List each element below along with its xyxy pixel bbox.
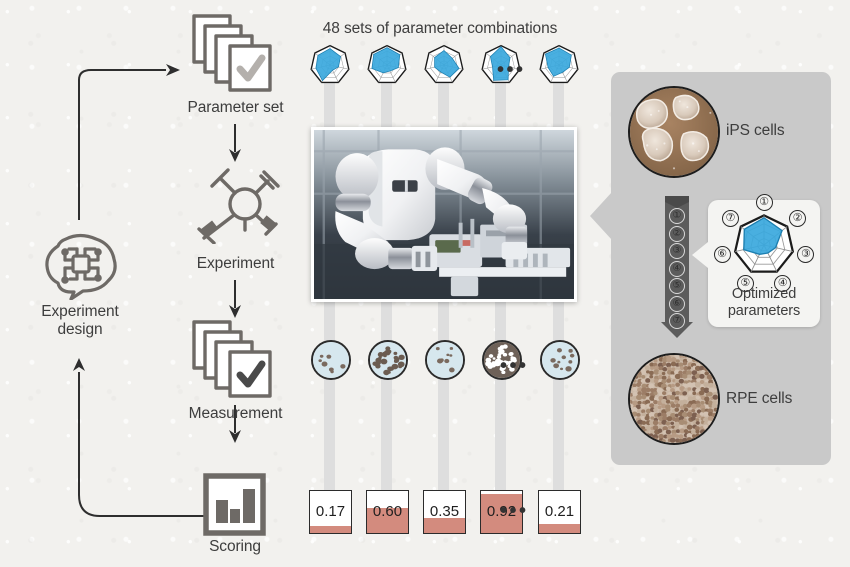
score-fill <box>424 518 465 533</box>
process-step-5: ⑤ <box>669 278 685 294</box>
robot-photo <box>311 127 577 302</box>
figure-canvas: Experiment design Parameter set Experime… <box>0 0 850 567</box>
label-experiment: Experiment <box>196 255 275 272</box>
label-scoring: Scoring <box>209 538 261 555</box>
optimized-callout-tail <box>692 242 708 268</box>
document-stack-check-icon-parameter-set <box>192 14 272 92</box>
score-value: 0.21 <box>544 503 575 521</box>
results-panel-notch <box>590 192 612 240</box>
label-experiment-design: Experiment design <box>41 303 119 338</box>
parameter-radar-3 <box>424 44 464 84</box>
score-box-1: 0.17 <box>309 490 352 534</box>
process-step-6: ⑥ <box>669 295 685 312</box>
process-step-7: ⑦ <box>669 313 685 329</box>
score-ellipsis: ••• <box>500 500 529 522</box>
petri-dish-1 <box>311 340 351 380</box>
score-box-5: 0.21 <box>538 490 581 534</box>
optimized-axis-2: ② <box>789 209 807 227</box>
score-value: 0.35 <box>429 503 460 521</box>
dish-ellipsis: ••• <box>500 355 529 377</box>
label-parameter-set: Parameter set <box>187 99 284 116</box>
document-stack-check-icon-measurement <box>192 320 272 398</box>
score-value: 0.60 <box>372 503 403 521</box>
petri-dish-3 <box>425 340 465 380</box>
label-ips-cells: iPS cells <box>726 122 785 139</box>
petri-dish-2 <box>368 340 408 380</box>
optimized-axis-1: ① <box>755 193 773 211</box>
label-optimized-parameters: Optimized parameters <box>727 286 801 319</box>
process-step-4: ④ <box>669 260 685 277</box>
bar-chart-icon <box>203 473 266 536</box>
optimized-axis-6: ⑥ <box>713 246 731 264</box>
label-rpe-cells: RPE cells <box>726 390 793 407</box>
parameter-radar-5 <box>539 44 579 84</box>
ai-brain-icon <box>45 233 117 300</box>
optimized-axis-7: ⑦ <box>721 209 739 227</box>
parameter-radar-2 <box>367 44 407 84</box>
pipette-robot-icon <box>197 168 280 244</box>
parameter-combinations-heading: 48 sets of parameter combinations <box>322 20 558 37</box>
score-fill <box>310 525 351 533</box>
process-step-3: ③ <box>669 243 685 259</box>
score-fill <box>539 524 580 533</box>
label-measurement: Measurement <box>188 405 283 422</box>
ips-cell-micrograph <box>628 86 720 178</box>
process-step-2: ② <box>669 225 685 242</box>
process-step-1: ① <box>669 208 685 224</box>
parameter-ellipsis: ••• <box>497 59 526 81</box>
parameter-radar-1 <box>310 44 350 84</box>
score-box-3: 0.35 <box>423 490 466 534</box>
petri-dish-5 <box>540 340 580 380</box>
rpe-cell-micrograph <box>628 353 720 445</box>
score-box-2: 0.60 <box>366 490 409 534</box>
score-value: 0.17 <box>315 503 346 521</box>
